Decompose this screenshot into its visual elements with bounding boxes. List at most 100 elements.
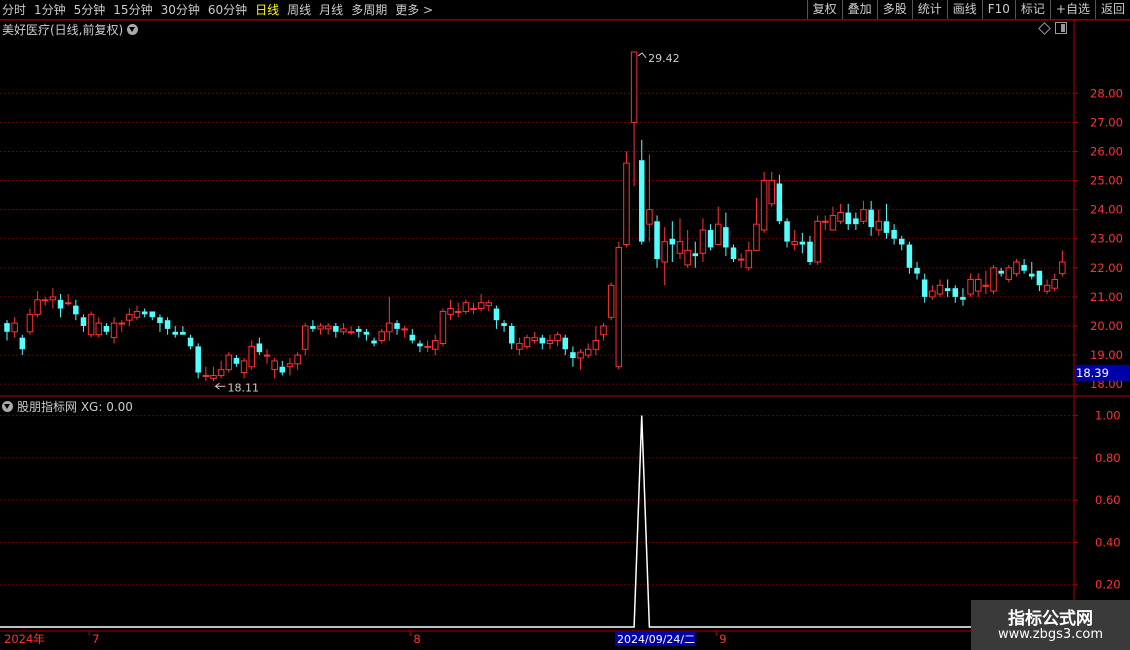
candle-body	[141, 311, 148, 315]
panel-toggle-icon[interactable]	[1055, 22, 1067, 34]
candle-body	[172, 331, 178, 335]
candle-body	[87, 313, 95, 336]
date-month-label: 8	[413, 632, 420, 646]
candle-body	[447, 308, 454, 315]
indicator-tick-label: 0.60	[1095, 493, 1121, 507]
candle-body	[707, 230, 714, 248]
candle-body	[462, 302, 470, 312]
price-tick-label: 19.00	[1090, 348, 1123, 362]
candle-body	[531, 337, 538, 342]
candle-body	[103, 326, 110, 332]
candle-body	[409, 334, 416, 341]
candle-body	[279, 366, 286, 373]
candle-body	[692, 253, 699, 257]
candle-body	[615, 246, 623, 368]
candle-body	[860, 209, 867, 222]
candle-body	[807, 241, 813, 262]
stock-title-text[interactable]: 美好医疗(日线,前复权)	[2, 21, 123, 38]
candle-body	[225, 354, 233, 371]
candle-body	[661, 241, 668, 263]
candle-body	[80, 317, 87, 326]
candle-body	[110, 322, 118, 339]
candle-body	[753, 223, 760, 251]
candle-body	[417, 343, 423, 347]
candle-body	[891, 230, 897, 239]
candle-body	[638, 160, 645, 242]
chart-area[interactable]: 29.42 18.11 28.00 27.00 26.00 25.00 24.00 23.0…	[0, 0, 1130, 650]
candle-body	[868, 209, 874, 228]
diamond-icon[interactable]	[1038, 22, 1051, 35]
candle-body	[929, 290, 936, 298]
candle-body	[149, 311, 156, 318]
cursor-date-label: 2024/09/24/二	[617, 633, 695, 646]
candle-body	[714, 223, 722, 246]
price-tick-label: 21.00	[1090, 290, 1123, 304]
candle-body	[294, 354, 301, 365]
low-price-label: 18.11	[227, 381, 258, 394]
candle-body	[301, 325, 309, 350]
candle-body	[944, 288, 951, 292]
panel-icons	[1038, 22, 1067, 35]
candle-body	[607, 284, 615, 318]
candle-body	[577, 351, 584, 359]
candle-body	[883, 221, 890, 233]
stock-title[interactable]: 美好医疗(日线,前复权)	[2, 21, 139, 38]
candle-body	[356, 328, 362, 332]
candle-body	[570, 352, 576, 358]
candle-body	[899, 238, 905, 245]
candle-body	[776, 183, 783, 222]
candle-body	[286, 363, 294, 368]
watermark-url: www.zbgs3.com	[997, 627, 1104, 642]
candle-body	[723, 227, 729, 248]
candle-body	[814, 220, 821, 263]
candle-body	[493, 308, 500, 321]
candle-body	[592, 340, 600, 350]
candle-body	[1005, 267, 1013, 280]
candle-body	[829, 214, 837, 231]
candle-body	[240, 360, 248, 374]
candle-body	[936, 284, 944, 295]
candle-body	[34, 299, 41, 315]
indicator-title[interactable]: 股朋指标网 XG: 0.00	[2, 398, 133, 415]
date-month-label: 9	[719, 632, 726, 646]
candle-body	[1043, 284, 1051, 292]
candle-body	[914, 267, 920, 274]
candle-body	[508, 326, 515, 344]
candle-body	[737, 258, 745, 261]
candle-body	[1029, 273, 1035, 277]
candle-body	[454, 310, 462, 313]
candle-body	[41, 299, 49, 302]
candle-body	[982, 284, 990, 287]
candle-body	[1021, 264, 1027, 271]
candle-body	[768, 180, 776, 205]
candle-body	[630, 51, 638, 123]
candle-body	[676, 241, 684, 254]
candle-body	[248, 345, 255, 368]
candle-body	[187, 337, 194, 347]
price-tick-label: 22.00	[1090, 261, 1123, 275]
current-price-label: 18.39	[1076, 366, 1109, 380]
candle-body	[952, 288, 959, 297]
candle-body	[378, 331, 385, 342]
candle-body	[906, 244, 913, 268]
candle-body	[164, 320, 171, 329]
candle-body	[233, 358, 240, 364]
candle-body	[470, 308, 477, 311]
chevron-down-icon[interactable]	[2, 401, 13, 412]
price-tick-label: 28.00	[1090, 86, 1123, 100]
candle-body	[967, 278, 974, 295]
candle-body	[363, 331, 370, 335]
candle-body	[684, 249, 691, 266]
candle-body	[256, 343, 263, 353]
candle-body	[584, 348, 592, 356]
indicator-tick-label: 0.40	[1095, 535, 1121, 549]
price-tick-label: 25.00	[1090, 174, 1123, 188]
candle-body	[501, 323, 507, 326]
indicator-title-text[interactable]: 股朋指标网 XG: 0.00	[17, 398, 133, 415]
date-year-label: 2024年	[4, 632, 45, 646]
candle-body	[921, 279, 928, 297]
chevron-down-icon[interactable]	[127, 24, 139, 35]
candle-body	[990, 267, 997, 292]
candle-body	[546, 340, 554, 344]
candle-body	[669, 238, 676, 245]
